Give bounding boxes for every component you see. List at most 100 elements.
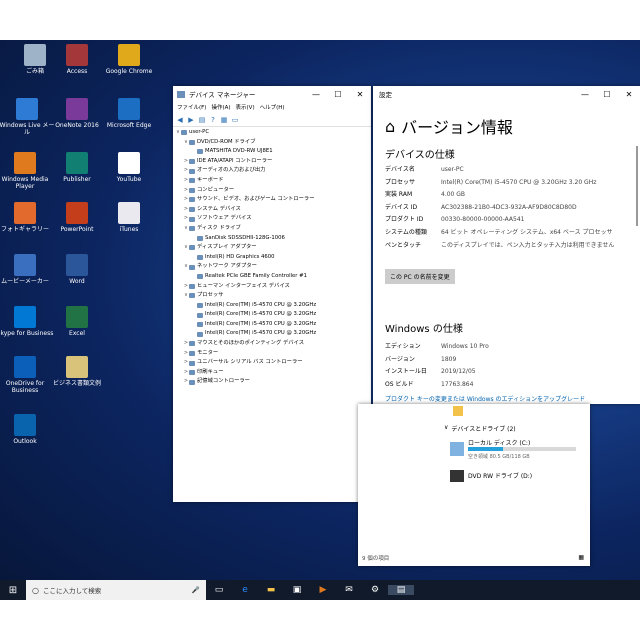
help-icon[interactable]: ? [209, 116, 217, 124]
desktop-icon[interactable]: iTunes [100, 202, 158, 233]
desktop-icon[interactable]: OneNote 2016 [48, 98, 106, 129]
menu-file[interactable]: ファイル(F) [177, 103, 206, 113]
device-icon [189, 264, 195, 270]
tree-node[interactable]: > 印刷キュー [175, 368, 371, 378]
desktop-icon[interactable]: Access [48, 44, 106, 75]
tree-node[interactable]: > システム デバイス [175, 205, 371, 215]
forward-icon[interactable]: ▶ [187, 116, 195, 124]
dvd-drive-icon [450, 470, 464, 482]
maximize-button[interactable]: ☐ [327, 90, 349, 99]
tree-node[interactable]: Intel(R) Core(TM) i5-4570 CPU @ 3.20GHz [175, 301, 371, 311]
edge-icon[interactable]: e [232, 585, 258, 595]
desktop-icon[interactable]: Microsoft Edge [100, 98, 158, 129]
close-button[interactable]: ✕ [349, 90, 371, 99]
tree-node[interactable]: Intel(R) Core(TM) i5-4570 CPU @ 3.20GHz [175, 329, 371, 339]
home-icon[interactable]: ⌂ [385, 117, 395, 136]
desktop-icon[interactable]: Publisher [48, 152, 106, 183]
desktop-icon[interactable]: ムービーメーカー [0, 254, 54, 285]
desktop-icon[interactable]: Google Chrome [100, 44, 158, 75]
tree-node[interactable]: > サウンド、ビデオ、およびゲーム コントローラー [175, 195, 371, 205]
excel-icon [66, 306, 88, 328]
tree-node[interactable]: ∨ user-PC [175, 128, 371, 138]
page-title: バージョン情報 [401, 118, 513, 137]
device-manager-icon[interactable]: ▤ [388, 585, 414, 595]
tree-node[interactable]: > ソフトウェア デバイス [175, 214, 371, 224]
tree-node[interactable]: > ユニバーサル シリアル バス コントローラー [175, 358, 371, 368]
devices-group-header[interactable]: ∨ デバイスとドライブ (2) [444, 424, 516, 433]
start-button[interactable]: ⊞ [0, 585, 26, 596]
tree-node[interactable]: Intel(R) Core(TM) i5-4570 CPU @ 3.20GHz [175, 310, 371, 320]
tree-node-label: Realtek PCIe GBE Family Controller #1 [205, 272, 307, 279]
tree-node[interactable]: ∨ ネットワーク アダプター [175, 262, 371, 272]
tree-node[interactable]: ∨ プロセッサ [175, 291, 371, 301]
tree-node[interactable]: Intel(R) HD Graphics 4600 [175, 253, 371, 263]
tree-node[interactable]: Realtek PCIe GBE Family Controller #1 [175, 272, 371, 282]
recycle-bin-icon [24, 44, 46, 66]
settings-maximize-button[interactable]: ☐ [596, 90, 618, 99]
gear-icon[interactable]: ⚙ [362, 585, 388, 595]
tree-node[interactable]: > キーボード [175, 176, 371, 186]
desktop-icon[interactable]: PowerPoint [48, 202, 106, 233]
menu-action[interactable]: 操作(A) [211, 103, 230, 113]
powerpoint-icon [66, 202, 88, 224]
edge-icon [118, 98, 140, 120]
tree-node[interactable]: ∨ DVD/CD-ROM ドライブ [175, 138, 371, 148]
tree-node[interactable]: > IDE ATA/ATAPI コントローラー [175, 157, 371, 167]
device-icon [189, 226, 195, 232]
details-icon[interactable]: ▦ [220, 116, 228, 124]
desktop-icon[interactable]: YouTube [100, 152, 158, 183]
desktop-icon-label: Publisher [63, 176, 91, 183]
settings-close-button[interactable]: ✕ [618, 90, 640, 99]
tree-node[interactable]: ∨ ディスプレイ アダプター [175, 243, 371, 253]
tree-node[interactable]: > 記憶域コントローラー [175, 377, 371, 387]
store-icon[interactable]: ▣ [284, 585, 310, 595]
rename-pc-button[interactable]: この PC の名前を変更 [385, 269, 455, 284]
tree-node[interactable]: > オーディオの入力および出力 [175, 166, 371, 176]
tree-node-label: コンピューター [197, 186, 235, 193]
itunes-icon [118, 202, 140, 224]
tree-node[interactable]: ∨ ディスク ドライブ [175, 224, 371, 234]
desktop-icon[interactable]: Outlook [0, 414, 54, 445]
view-toggle-icon[interactable]: ▦ [578, 554, 584, 561]
chrome-icon [118, 44, 140, 66]
tree-node-label: システム デバイス [197, 205, 241, 212]
desktop-icon[interactable]: Excel [48, 306, 106, 337]
tree-node[interactable]: > マウスとそのほかのポインティング デバイス [175, 339, 371, 349]
tree-node[interactable]: SanDisk SDSSDHII-128G-1006 [175, 234, 371, 244]
tree-node[interactable]: MATSHITA DVD-RW UJ8E1 [175, 147, 371, 157]
music-folder-icon [453, 406, 463, 416]
settings-minimize-button[interactable]: — [574, 90, 596, 99]
desktop-icon[interactable]: Skype for Business [0, 306, 54, 337]
task-view-icon[interactable]: ▭ [206, 585, 232, 595]
search-box[interactable]: ○ ここに入力して検索 🎤 [26, 580, 206, 600]
scrollbar[interactable] [636, 146, 638, 226]
drive-c[interactable]: ローカル ディスク (C:) 空き領域 80.5 GB/118 GB [450, 438, 580, 464]
desktop-icon[interactable]: ビジネス書類文例 [48, 356, 106, 387]
mail-icon[interactable]: ✉ [336, 585, 362, 595]
drive-d[interactable]: DVD RW ドライブ (D:) [450, 468, 580, 488]
device-icon [189, 178, 195, 184]
back-icon[interactable]: ◀ [176, 116, 184, 124]
menu-view[interactable]: 表示(V) [236, 103, 255, 113]
desktop-icon[interactable]: OneDrive for Business [0, 356, 54, 394]
desktop-icon[interactable]: Word [48, 254, 106, 285]
tree-node[interactable]: > ヒューマン インターフェイス デバイス [175, 282, 371, 292]
tree-node[interactable]: > モニター [175, 349, 371, 359]
menu-help[interactable]: ヘルプ(H) [260, 103, 285, 113]
tree-node-label: SanDisk SDSSDHII-128G-1006 [205, 234, 285, 241]
tree-node[interactable]: Intel(R) Core(TM) i5-4570 CPU @ 3.20GHz [175, 320, 371, 330]
product-key-link[interactable]: プロダクト キーの変更または Windows のエディションをアップグレード [385, 394, 585, 403]
properties-icon[interactable]: ▤ [198, 116, 206, 124]
tree-node[interactable]: > コンピューター [175, 186, 371, 196]
file-explorer-icon[interactable]: ▬ [258, 585, 284, 595]
spec-row: デバイス ID AC302388-21B0-4DC3-932A-AF9D80C8D… [385, 202, 630, 215]
outlook-icon [14, 414, 36, 436]
photo-gallery-icon [14, 202, 36, 224]
monitor-icon[interactable]: ▭ [231, 116, 239, 124]
minimize-button[interactable]: — [305, 90, 327, 99]
media-icon[interactable]: ▶ [310, 585, 336, 595]
microphone-icon[interactable]: 🎤 [192, 586, 200, 594]
desktop-icon[interactable]: フォトギャラリー [0, 202, 54, 233]
desktop-icon-label: Windows Media Player [1, 176, 49, 190]
desktop-icon[interactable]: Windows Media Player [0, 152, 54, 190]
